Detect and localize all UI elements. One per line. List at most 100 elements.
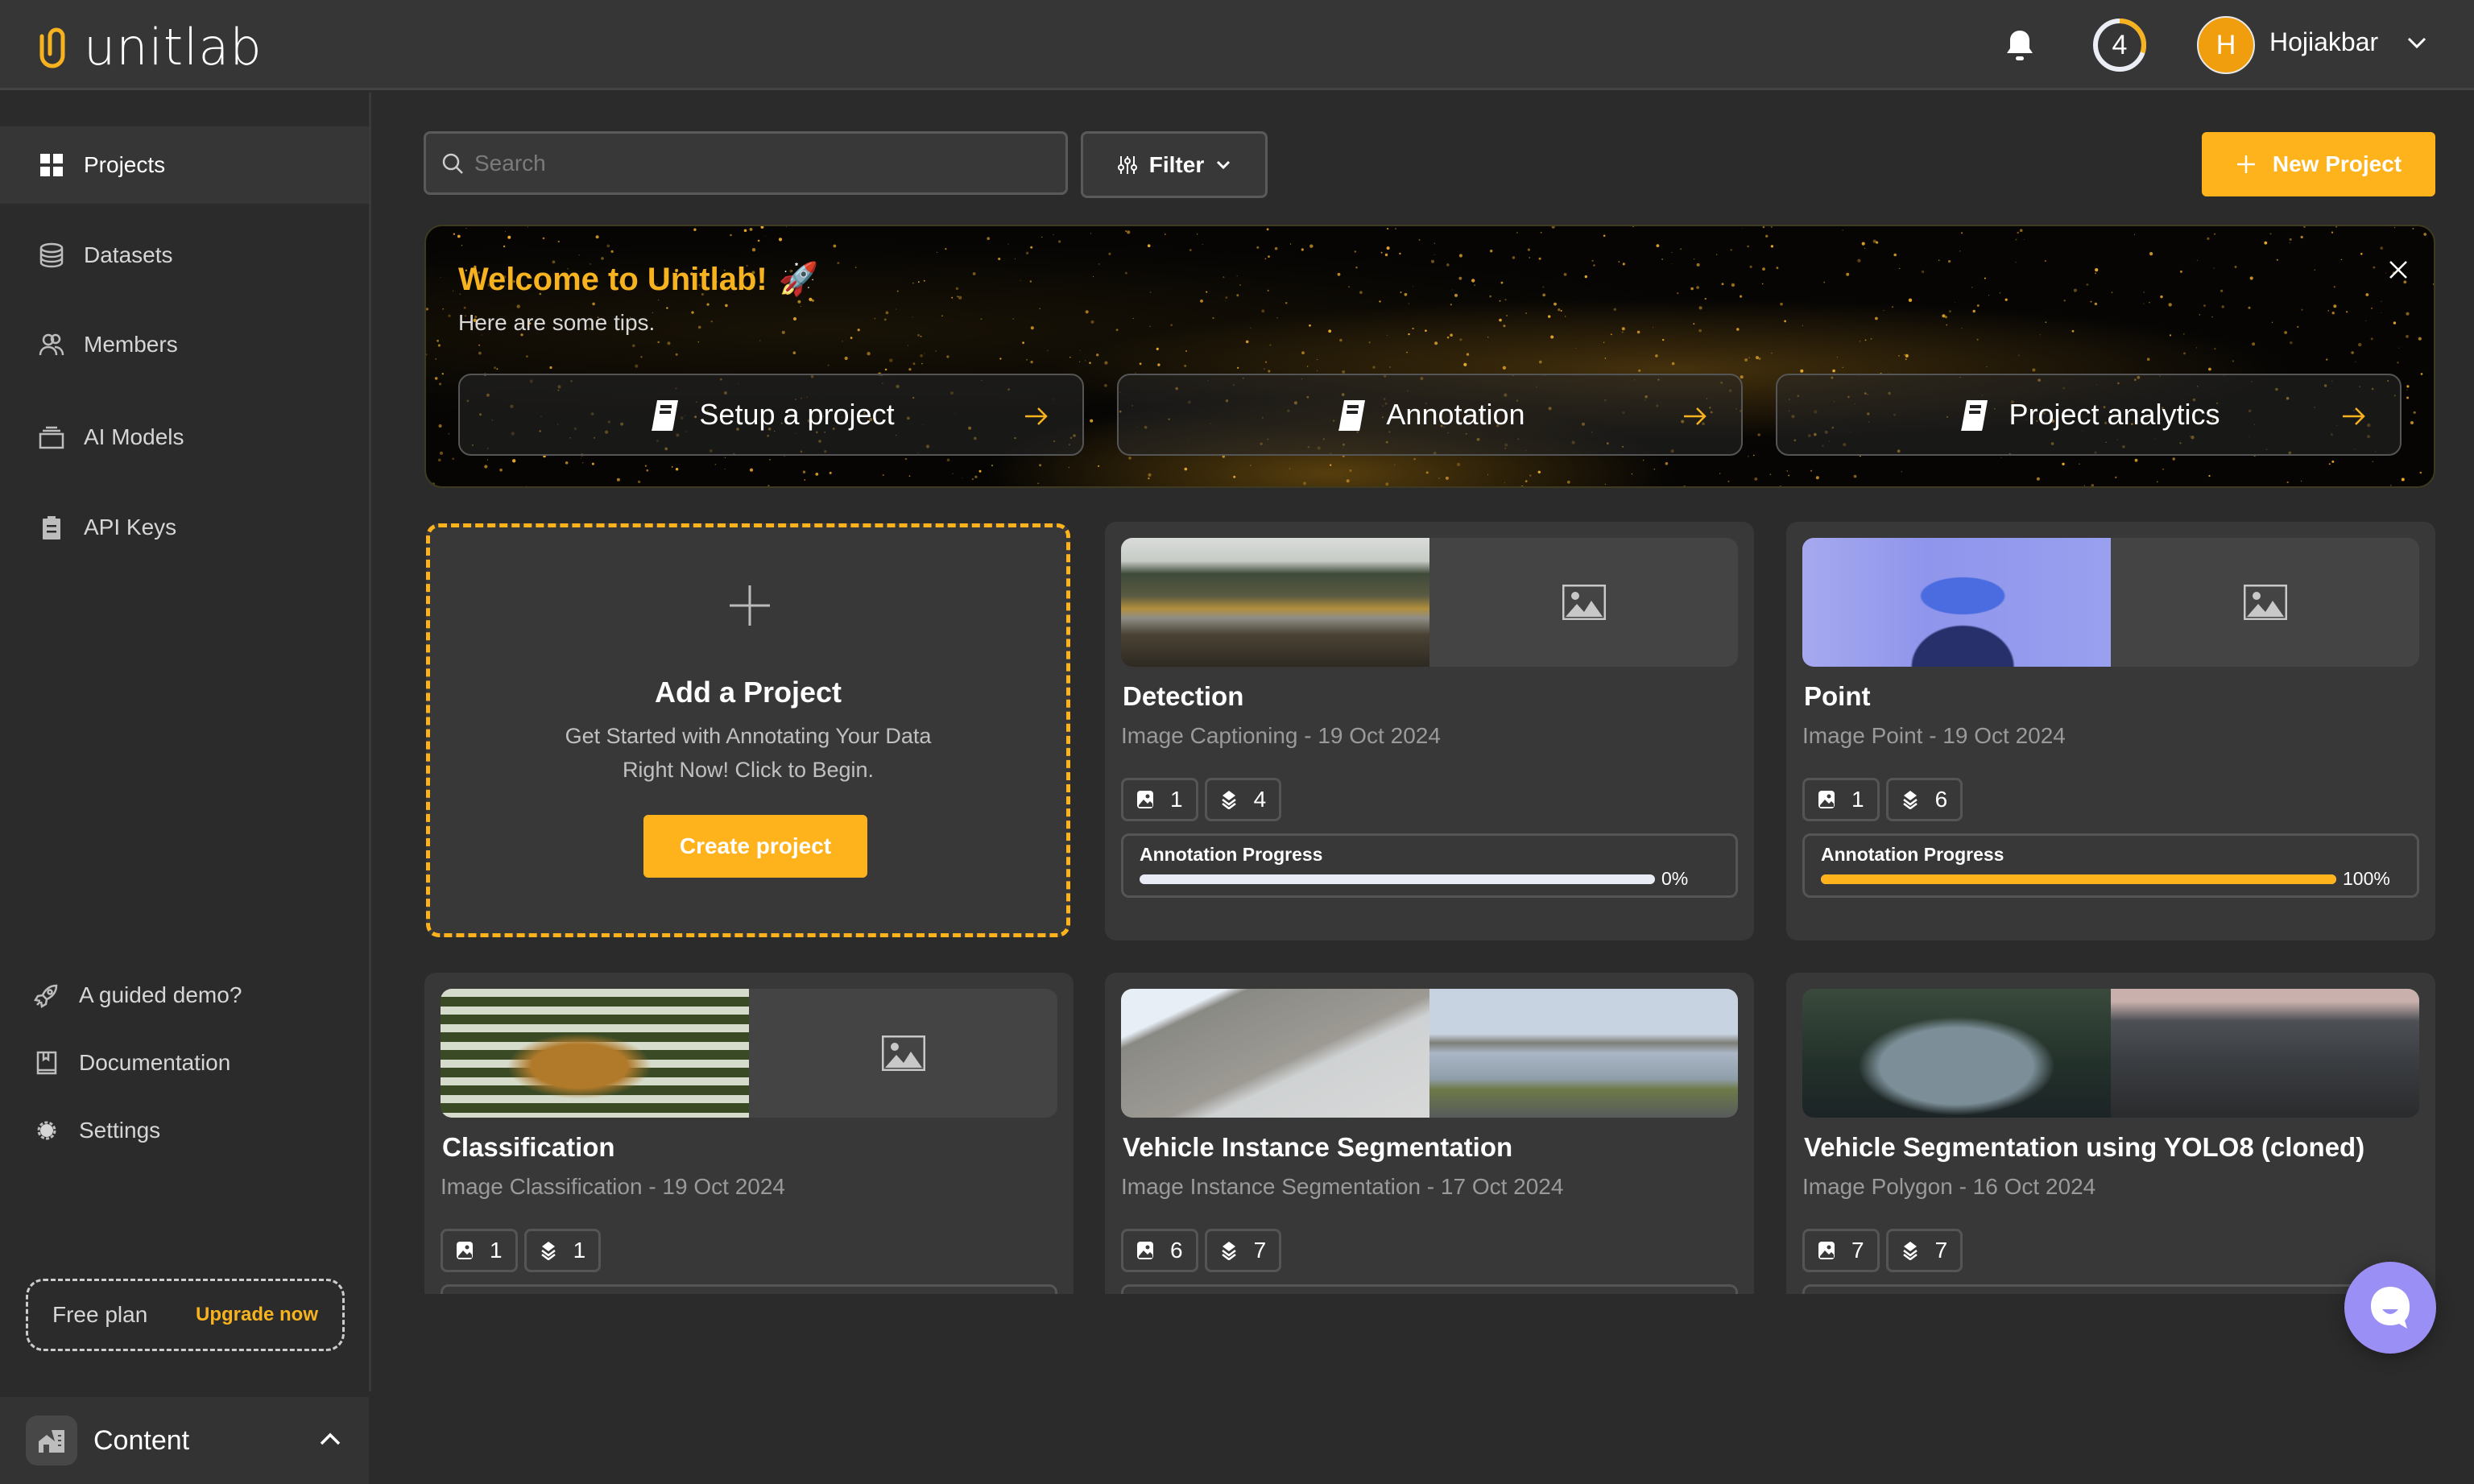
image-count: 1	[1851, 787, 1864, 812]
logo[interactable]: unitlab	[35, 18, 263, 76]
project-meta: Image Polygon - 16 Oct 2024	[1802, 1174, 2096, 1199]
add-project-title: Add a Project	[654, 676, 842, 709]
sidebar-item-label: A guided demo?	[79, 982, 242, 1007]
image-count-icon	[1818, 1242, 1835, 1259]
project-title: Vehicle Segmentation using YOLO8 (cloned…	[1804, 1132, 2365, 1162]
sidebar-item-label: Documentation	[79, 1050, 231, 1075]
project-stats: 77	[1802, 1229, 1963, 1272]
thumbnail-cars-mountains	[2111, 989, 2419, 1118]
chevron-down-icon	[1217, 160, 1231, 169]
create-project-button[interactable]: Create project	[643, 815, 867, 878]
project-title: Vehicle Instance Segmentation	[1123, 1132, 1513, 1162]
rocket-icon	[34, 984, 58, 1008]
notification-bell-icon[interactable]	[2002, 27, 2038, 63]
sidebar-item-label: AI Models	[84, 424, 184, 449]
chevron-down-icon[interactable]	[2406, 35, 2427, 50]
plus-icon	[730, 585, 770, 626]
project-stats: 67	[1121, 1229, 1282, 1272]
sidebar-item-guided-demo[interactable]: A guided demo?	[0, 957, 369, 1034]
progress-label: Annotation Progress	[1140, 844, 1323, 865]
sidebar-item-api-keys[interactable]: API Keys	[0, 489, 369, 566]
layer-count: 6	[1934, 787, 1948, 812]
sidebar-item-projects[interactable]: Projects	[0, 126, 369, 204]
new-project-label: New Project	[2272, 151, 2402, 176]
progress-label: Annotation Progress	[1821, 844, 2004, 865]
progress-track	[1140, 874, 1655, 884]
credits-count: 4	[2112, 30, 2128, 60]
sidebar-item-settings[interactable]: Settings	[0, 1092, 369, 1169]
project-card[interactable]: Detection Image Captioning - 19 Oct 2024 1…	[1105, 522, 1754, 940]
paperclip-logo-icon	[39, 27, 65, 68]
thumbnails	[441, 989, 1057, 1118]
project-meta: Image Captioning - 19 Oct 2024	[1121, 723, 1441, 748]
database-icon	[39, 242, 64, 268]
search-box[interactable]	[424, 131, 1068, 195]
sidebar-item-ai-models[interactable]: AI Models	[0, 399, 369, 476]
thumbnail-landscape-jeep	[1121, 538, 1429, 667]
progress-fill	[1821, 874, 2336, 884]
welcome-banner: Welcome to Unitlab! 🚀 Here are some tips.…	[424, 225, 2435, 488]
sidebar-item-label: Settings	[79, 1118, 161, 1143]
workspace-switcher[interactable]: Content	[0, 1397, 369, 1484]
filter-button[interactable]: Filter	[1081, 131, 1268, 198]
app-name: unitlab	[84, 18, 263, 76]
tip-annotation[interactable]: Annotation	[1117, 374, 1743, 456]
annotation-progress: Annotation Progress 0%	[1121, 833, 1738, 898]
tip-label: Annotation	[1386, 398, 1525, 431]
arrow-right-icon	[1025, 407, 1048, 425]
project-title: Detection	[1123, 681, 1244, 711]
user-avatar[interactable]: H	[2197, 16, 2255, 74]
search-input[interactable]	[474, 150, 1038, 176]
tip-label: Setup a project	[699, 398, 895, 431]
arrow-right-icon	[2343, 407, 2365, 425]
layers-icon	[1902, 791, 1918, 809]
layer-count-chip: 7	[1204, 1229, 1282, 1272]
user-name[interactable]: Hojiakbar	[2269, 27, 2378, 57]
banner-subtitle: Here are some tips.	[458, 310, 656, 335]
close-icon[interactable]	[2385, 257, 2411, 283]
add-project-card[interactable]: Add a Project Get Started with Annotatin…	[426, 523, 1070, 937]
stack-icon	[39, 426, 64, 449]
sidebar-item-members[interactable]: Members	[0, 306, 369, 383]
image-count-icon	[1137, 791, 1153, 808]
chat-support-button[interactable]	[2344, 1262, 2436, 1354]
layer-count: 1	[573, 1238, 586, 1263]
chevron-up-icon[interactable]	[319, 1431, 341, 1447]
book-icon	[1961, 400, 1988, 431]
chat-bubble-icon	[2371, 1287, 2410, 1329]
thumbnails	[1121, 538, 1738, 667]
credits-indicator[interactable]: 4	[2091, 16, 2149, 74]
sidebar-item-datasets[interactable]: Datasets	[0, 217, 369, 294]
image-count-icon	[1818, 791, 1835, 808]
image-count: 6	[1170, 1238, 1183, 1263]
tip-label: Project analytics	[2009, 398, 2220, 431]
tip-setup-project[interactable]: Setup a project	[458, 374, 1084, 456]
progress-percent: 0%	[1661, 868, 1689, 889]
plus-icon	[2236, 155, 2255, 173]
project-stats: 16	[1802, 778, 1963, 821]
plan-name: Free plan	[52, 1302, 148, 1327]
clipboard-icon	[43, 516, 60, 539]
add-project-description: Get Started with Annotating Your Data Ri…	[565, 724, 932, 782]
image-count-chip: 1	[1802, 778, 1880, 821]
workspace-name: Content	[93, 1424, 190, 1456]
project-meta: Image Classification - 19 Oct 2024	[441, 1174, 785, 1199]
new-project-button[interactable]: New Project	[2202, 132, 2435, 196]
thumbnail-car-grey	[1802, 989, 2111, 1118]
top-header: unitlab 4 H Hojiakbar	[0, 0, 2474, 90]
layers-icon	[540, 1242, 556, 1260]
tip-project-analytics[interactable]: Project analytics	[1776, 374, 2402, 456]
progress-track	[1821, 874, 2336, 884]
upgrade-link[interactable]: Upgrade now	[196, 1304, 318, 1326]
image-count-chip: 7	[1802, 1229, 1880, 1272]
book-icon	[36, 1051, 57, 1075]
sidebar-item-documentation[interactable]: Documentation	[0, 1024, 369, 1102]
project-meta: Image Point - 19 Oct 2024	[1802, 723, 2066, 748]
thumbnails	[1802, 538, 2419, 667]
project-title: Point	[1804, 681, 1871, 711]
thumbnails	[1121, 989, 1738, 1118]
project-meta: Image Instance Segmentation - 17 Oct 202…	[1121, 1174, 1564, 1199]
project-card[interactable]: Point Image Point - 19 Oct 2024 1 6 Annotati…	[1786, 522, 2435, 940]
layers-icon	[1221, 1242, 1236, 1260]
thumbnail-portrait-blue	[1802, 538, 2111, 667]
